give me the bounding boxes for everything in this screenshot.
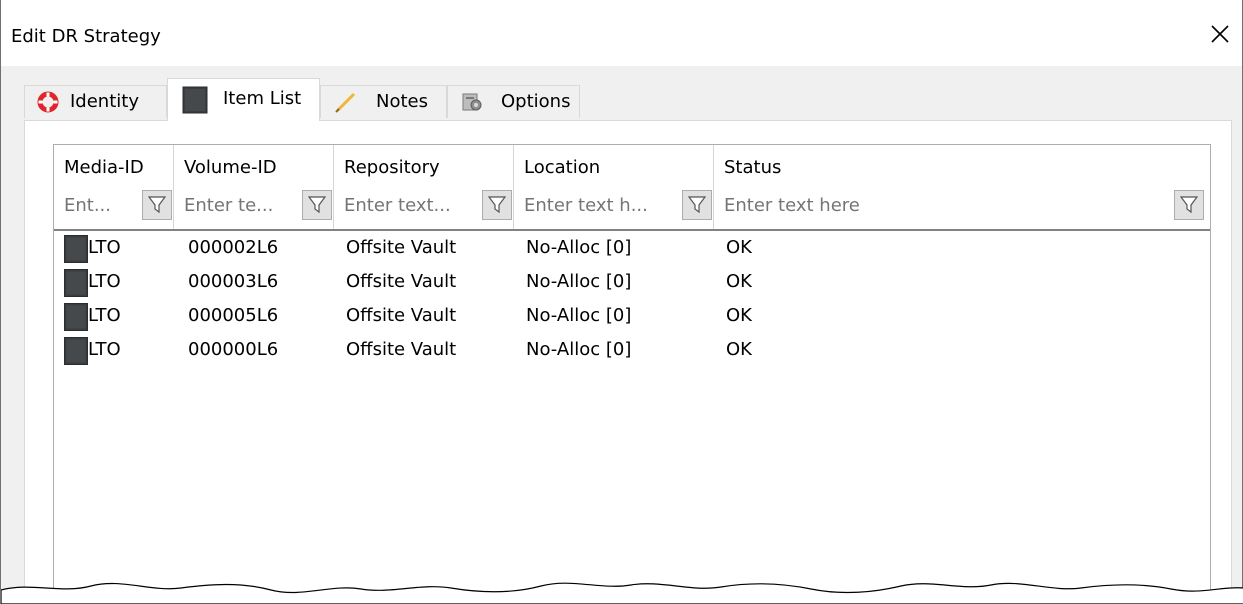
cell-status: OK	[726, 339, 752, 360]
filter-icon	[1180, 196, 1198, 214]
table-row[interactable]: LTO 000005L6 Offsite Vault No-Alloc [0] …	[54, 299, 1210, 333]
item-list-table: Media-ID Volume-ID Repository	[53, 144, 1211, 604]
table-header: Media-ID Volume-ID Repository	[54, 145, 1210, 231]
location-filter-button[interactable]	[682, 190, 712, 220]
cell-repository: Offsite Vault	[346, 339, 457, 360]
cell-location: No-Alloc [0]	[526, 237, 632, 258]
location-filter-input[interactable]	[524, 195, 674, 217]
cell-repository: Offsite Vault	[346, 271, 457, 292]
table-body: LTO 000002L6 Offsite Vault No-Alloc [0] …	[54, 231, 1210, 367]
volume-id-filter-input[interactable]	[184, 195, 294, 217]
cell-location: No-Alloc [0]	[526, 271, 632, 292]
status-filter-input[interactable]	[724, 195, 1144, 217]
cell-status: OK	[726, 237, 752, 258]
cell-volume-id: 000000L6	[188, 339, 279, 360]
lifebuoy-icon	[37, 91, 59, 113]
filter-icon	[148, 196, 166, 214]
tab-notes[interactable]: Notes	[320, 85, 447, 118]
tab-bar: Identity Item List Notes Options	[1, 78, 1242, 121]
pencil-icon	[335, 92, 356, 113]
column-label: Status	[724, 157, 782, 178]
tab-item-list-label: Item List	[223, 88, 302, 109]
table-row[interactable]: LTO 000000L6 Offsite Vault No-Alloc [0] …	[54, 333, 1210, 367]
close-icon	[1211, 25, 1229, 43]
tab-identity-label: Identity	[70, 91, 139, 112]
table-row[interactable]: LTO 000003L6 Offsite Vault No-Alloc [0] …	[54, 265, 1210, 299]
column-header-status[interactable]: Status	[714, 145, 1210, 229]
filter-icon	[688, 196, 706, 214]
close-button[interactable]	[1204, 18, 1236, 50]
repository-filter-button[interactable]	[482, 190, 512, 220]
tab-options[interactable]: Options	[447, 85, 580, 118]
torn-edge-decoration	[1, 582, 1243, 604]
cell-volume-id: 000005L6	[188, 305, 279, 326]
cell-media-id: LTO	[88, 339, 121, 360]
repository-filter-input[interactable]	[344, 195, 474, 217]
filter-icon	[488, 196, 506, 214]
tape-cartridge-icon	[64, 303, 88, 331]
options-icon	[462, 93, 482, 111]
cell-location: No-Alloc [0]	[526, 339, 632, 360]
media-id-filter-button[interactable]	[142, 190, 172, 220]
tape-cartridge-icon	[182, 86, 208, 114]
media-id-filter-input[interactable]	[64, 195, 134, 217]
cell-location: No-Alloc [0]	[526, 305, 632, 326]
dialog-window: Edit DR Strategy Identity Item List Note…	[0, 0, 1243, 604]
column-header-location[interactable]: Location	[514, 145, 714, 229]
filter-icon	[308, 196, 326, 214]
dialog-title: Edit DR Strategy	[11, 26, 161, 47]
cell-media-id: LTO	[88, 305, 121, 326]
cell-media-id: LTO	[88, 237, 121, 258]
column-label: Repository	[344, 157, 440, 178]
column-header-repository[interactable]: Repository	[334, 145, 514, 229]
column-header-media-id[interactable]: Media-ID	[54, 145, 174, 229]
cell-volume-id: 000002L6	[188, 237, 279, 258]
tab-options-label: Options	[501, 91, 571, 112]
cell-status: OK	[726, 305, 752, 326]
cell-repository: Offsite Vault	[346, 305, 457, 326]
column-label: Media-ID	[64, 157, 144, 178]
table-row[interactable]: LTO 000002L6 Offsite Vault No-Alloc [0] …	[54, 231, 1210, 265]
column-label: Location	[524, 157, 601, 178]
cell-repository: Offsite Vault	[346, 237, 457, 258]
tab-identity[interactable]: Identity	[24, 85, 167, 118]
title-bar: Edit DR Strategy	[1, 0, 1242, 66]
cell-status: OK	[726, 271, 752, 292]
tape-cartridge-icon	[64, 337, 88, 365]
column-label: Volume-ID	[184, 157, 277, 178]
tape-cartridge-icon	[64, 235, 88, 263]
tab-item-list[interactable]: Item List	[167, 78, 320, 121]
status-filter-button[interactable]	[1174, 190, 1204, 220]
cell-media-id: LTO	[88, 271, 121, 292]
column-header-volume-id[interactable]: Volume-ID	[174, 145, 334, 229]
cell-volume-id: 000003L6	[188, 271, 279, 292]
tab-notes-label: Notes	[376, 91, 428, 112]
volume-id-filter-button[interactable]	[302, 190, 332, 220]
tape-cartridge-icon	[64, 269, 88, 297]
